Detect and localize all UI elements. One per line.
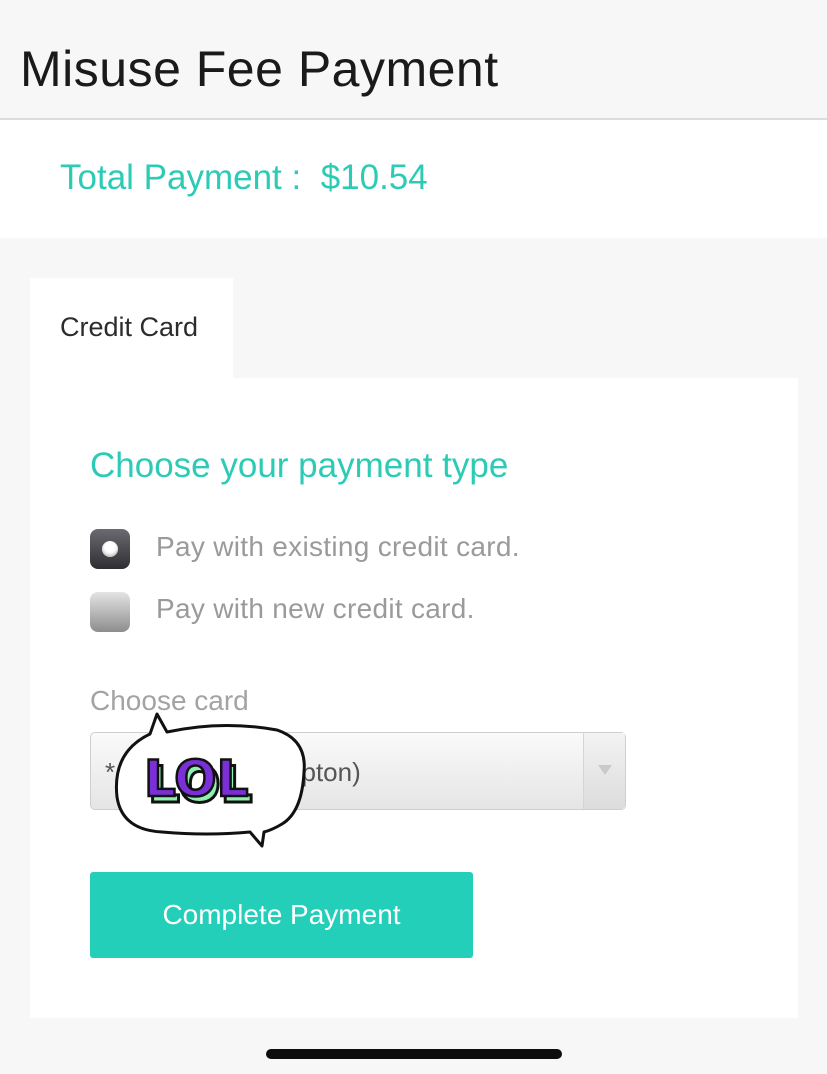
radio-new-card[interactable] xyxy=(90,592,130,632)
app-header: Misuse Fee Payment xyxy=(0,0,827,120)
tab-credit-card-label[interactable]: Credit Card xyxy=(60,312,198,343)
lol-sticker: LOL LOL xyxy=(114,712,306,848)
radio-existing-card-label[interactable]: Pay with existing credit card. xyxy=(156,531,520,563)
home-indicator[interactable] xyxy=(266,1049,562,1059)
page-title: Misuse Fee Payment xyxy=(20,41,499,97)
radio-existing-card[interactable] xyxy=(90,529,130,569)
radio-new-card-label[interactable]: Pay with new credit card. xyxy=(156,593,475,625)
payment-type-heading: Choose your payment type xyxy=(90,446,509,485)
total-payment-label: Total Payment : xyxy=(60,158,302,197)
lol-sticker-text: LOL xyxy=(144,750,248,808)
chevron-down-icon[interactable] xyxy=(583,733,625,809)
total-payment-spacer xyxy=(301,158,320,197)
complete-payment-button[interactable]: Complete Payment xyxy=(90,872,473,958)
total-payment-amount: $10.54 xyxy=(320,158,428,197)
total-payment: Total Payment : $10.54 xyxy=(60,158,428,198)
